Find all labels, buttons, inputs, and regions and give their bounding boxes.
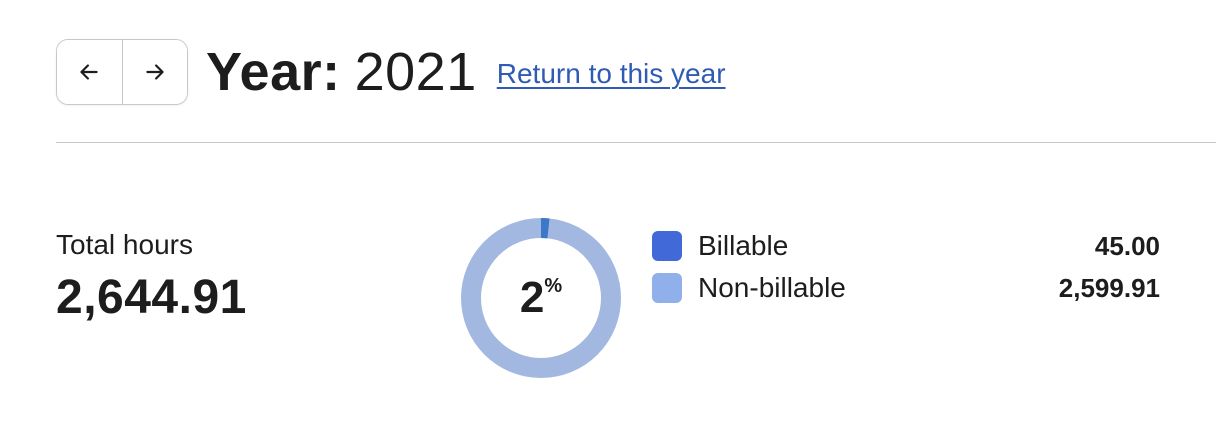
- legend-label-non-billable: Non-billable: [698, 272, 846, 303]
- page-title-label: Year:: [206, 42, 341, 102]
- page-title: Year: 2021: [206, 45, 477, 99]
- donut-center: 2 %: [460, 217, 622, 379]
- total-hours-value: 2,644.91: [56, 271, 247, 324]
- legend-value-non-billable: 2,599.91: [1058, 272, 1160, 303]
- header-divider: [56, 142, 1216, 143]
- page-title-year: 2021: [354, 42, 477, 102]
- arrow-left-icon: [80, 64, 98, 80]
- billable-percent-sign: %: [544, 275, 563, 297]
- total-hours-label: Total hours: [56, 229, 193, 260]
- hours-legend: Billable 45.00 Non-billable 2,599.91: [652, 225, 1160, 309]
- legend-label-billable: Billable: [698, 230, 789, 261]
- billable-donut-chart: 2 %: [460, 217, 622, 379]
- total-hours-summary: Total hours 2,644.91: [56, 228, 247, 326]
- header: Year: 2021 Return to this year: [56, 38, 726, 106]
- billable-percent-value: 2: [519, 273, 545, 322]
- return-to-this-year-link[interactable]: Return to this year: [497, 58, 726, 90]
- next-year-button[interactable]: [121, 40, 187, 104]
- arrow-right-icon: [146, 64, 164, 80]
- period-navigation: [56, 39, 188, 105]
- legend-value-billable: 45.00: [1094, 230, 1160, 261]
- legend-item-billable: Billable 45.00: [652, 225, 1160, 267]
- legend-item-non-billable: Non-billable 2,599.91: [652, 267, 1160, 309]
- previous-year-button[interactable]: [57, 40, 122, 104]
- billable-swatch: [652, 231, 682, 261]
- non-billable-swatch: [652, 273, 682, 303]
